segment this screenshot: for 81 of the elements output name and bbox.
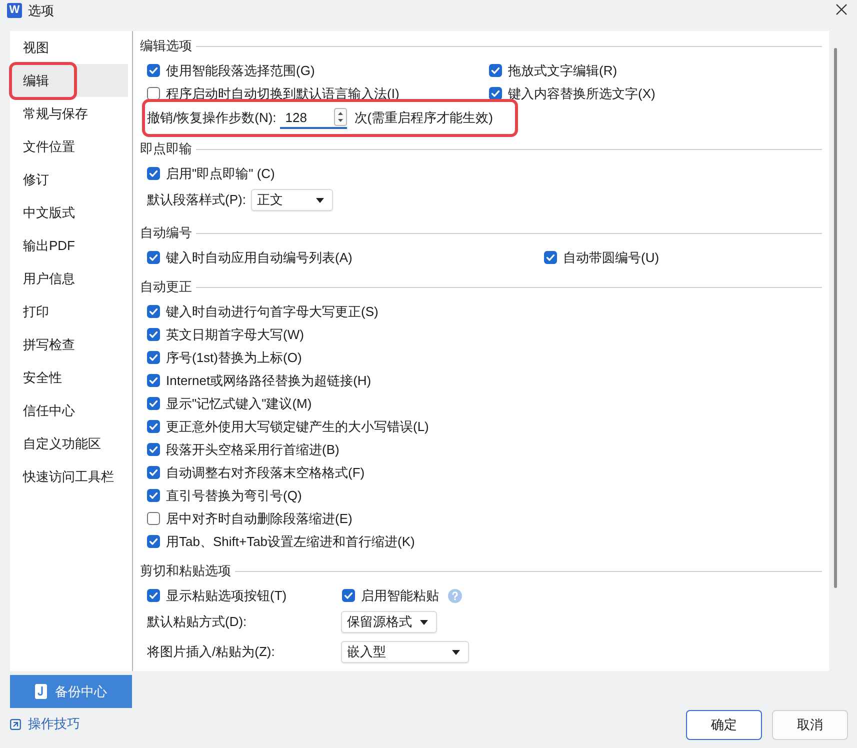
section-title: 即点即输 <box>140 140 192 158</box>
field-label: 默认段落样式(P): <box>147 191 246 209</box>
sidebar-item[interactable]: 文件位置 <box>10 130 128 163</box>
checkbox[interactable] <box>147 87 160 100</box>
checkbox-label: 显示粘贴选项按钮(T) <box>166 586 287 604</box>
sidebar-item[interactable]: 拼写检查 <box>10 328 128 361</box>
sidebar-item[interactable]: 信任中心 <box>10 394 128 427</box>
field-label: 将图片插入/粘贴为(Z): <box>147 643 276 661</box>
arrow-square-icon <box>10 718 21 730</box>
checkbox-label: 拖放式文字编辑(R) <box>508 62 618 80</box>
checkbox[interactable] <box>489 87 502 100</box>
app-logo: W <box>7 3 22 18</box>
checkbox-label: 键入内容替换所选文字(X) <box>508 84 656 102</box>
checkbox[interactable] <box>147 251 160 264</box>
section-title: 自动编号 <box>140 224 192 242</box>
checkbox-label: 序号(1st)替换为上标(O) <box>166 348 302 366</box>
checkbox[interactable] <box>147 443 160 456</box>
sidebar-item[interactable]: 打印 <box>10 295 128 328</box>
dropdown[interactable]: 正文 <box>250 189 333 211</box>
caret-icon <box>316 198 324 202</box>
sidebar-item[interactable]: 输出PDF <box>10 229 128 262</box>
checkbox-label: 启用智能粘贴 <box>361 586 439 604</box>
checkbox-label: 用Tab、Shift+Tab设置左缩进和首行缩进(K) <box>166 532 415 550</box>
sidebar-item[interactable]: 用户信息 <box>10 262 128 295</box>
checkbox[interactable] <box>147 328 160 341</box>
tips-link[interactable]: 操作技巧 <box>10 716 80 732</box>
field-label: 默认粘贴方式(D): <box>147 613 248 631</box>
sidebar-item[interactable]: 安全性 <box>10 361 128 394</box>
dropdown[interactable]: 嵌入型 <box>341 641 469 663</box>
cancel-button[interactable]: 取消 <box>772 710 848 740</box>
document-icon <box>35 684 47 699</box>
checkbox-label: 自动调整右对齐段落末空格格式(F) <box>166 464 365 482</box>
section-title: 自动更正 <box>140 278 192 296</box>
hint-text: 次(需重启程序才能生效) <box>354 109 493 127</box>
sidebar-item[interactable]: 快速访问工具栏 <box>10 460 128 493</box>
checkbox[interactable] <box>147 374 160 387</box>
checkbox-label: Internet或网络路径替换为超链接(H) <box>166 372 372 390</box>
checkbox-label: 居中对齐时自动删除段落缩进(E) <box>166 510 352 528</box>
checkbox-label: 段落开头空格采用行首缩进(B) <box>166 440 340 458</box>
checkbox[interactable] <box>147 305 160 318</box>
checkbox[interactable] <box>147 589 160 602</box>
checkbox-label: 直引号替换为弯引号(Q) <box>166 486 302 504</box>
checkbox-label: 显示"记忆式键入"建议(M) <box>166 394 312 412</box>
close-icon[interactable] <box>836 4 847 15</box>
checkbox[interactable] <box>147 535 160 548</box>
checkbox-label: 键入时自动应用自动编号列表(A) <box>166 248 352 266</box>
field-label: 撤销/恢复操作步数(N): <box>147 109 276 127</box>
checkbox[interactable] <box>147 351 160 364</box>
dropdown[interactable]: 保留源格式 <box>341 611 437 633</box>
checkbox-label: 自动带圆编号(U) <box>563 248 660 266</box>
checkbox[interactable] <box>342 589 355 602</box>
checkbox[interactable] <box>489 64 502 77</box>
ok-button[interactable]: 确定 <box>686 710 762 740</box>
caret-icon <box>420 620 428 624</box>
sidebar-item[interactable]: 视图 <box>10 31 128 64</box>
checkbox[interactable] <box>147 397 160 410</box>
checkbox-label: 更正意外使用大写锁定键产生的大小写错误(L) <box>166 418 429 436</box>
sidebar-item[interactable]: 中文版式 <box>10 196 128 229</box>
checkbox-label: 使用智能段落选择范围(G) <box>166 62 315 80</box>
sidebar-item[interactable]: 编辑 <box>10 64 128 97</box>
number-field[interactable]: 128 <box>280 107 348 129</box>
checkbox[interactable] <box>147 64 160 77</box>
checkbox[interactable] <box>147 512 160 525</box>
scrollbar-thumb[interactable] <box>834 48 837 588</box>
checkbox[interactable] <box>147 489 160 502</box>
sidebar-item[interactable]: 修订 <box>10 163 128 196</box>
checkbox-label: 启用"即点即输" (C) <box>166 164 275 182</box>
sidebar-item[interactable]: 自定义功能区 <box>10 427 128 460</box>
section-title: 剪切和粘贴选项 <box>140 562 231 580</box>
spinner-icon[interactable] <box>334 108 348 126</box>
checkbox[interactable] <box>147 420 160 433</box>
window-title: 选项 <box>28 3 54 18</box>
backup-button[interactable]: 备份中心 <box>10 675 132 708</box>
checkbox[interactable] <box>147 167 160 180</box>
checkbox-label: 键入时自动进行句首字母大写更正(S) <box>166 302 378 320</box>
checkbox[interactable] <box>147 466 160 479</box>
caret-icon <box>452 650 460 654</box>
section-title: 编辑选项 <box>140 37 192 55</box>
checkbox-label: 英文日期首字母大写(W) <box>166 326 304 344</box>
sidebar-item[interactable]: 常规与保存 <box>10 97 128 130</box>
checkbox[interactable] <box>544 251 557 264</box>
